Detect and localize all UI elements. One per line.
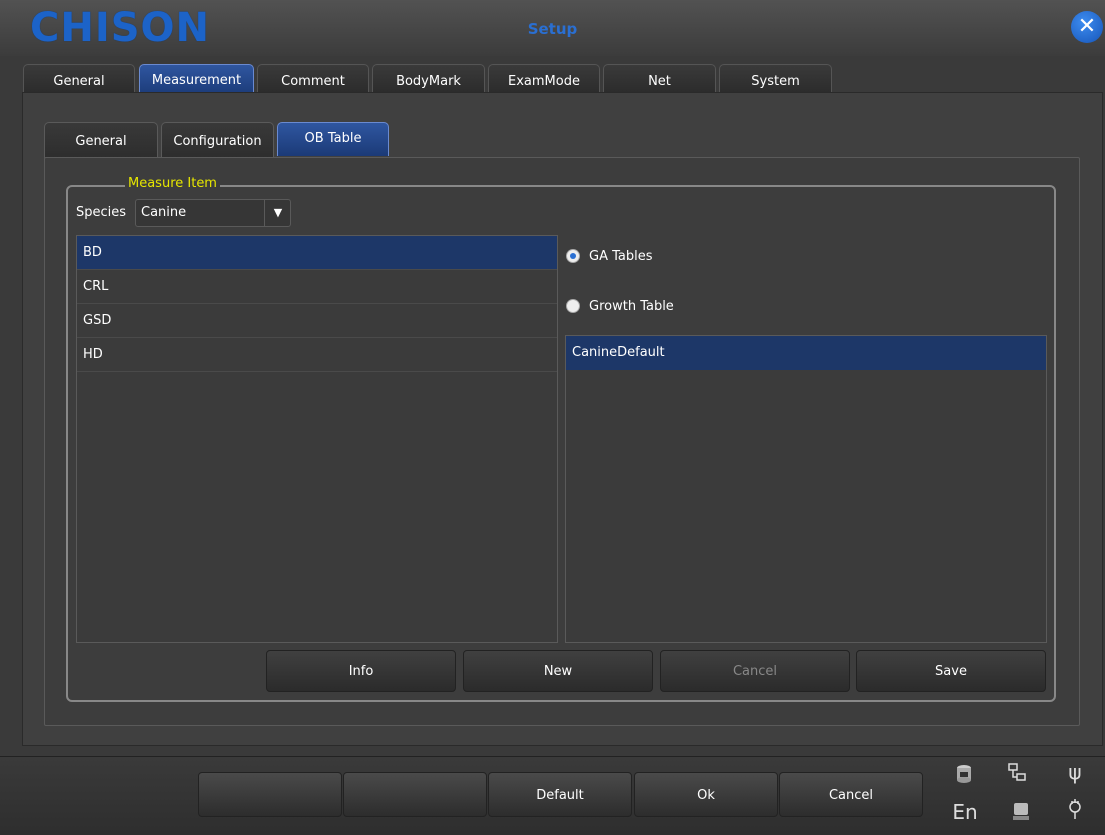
info-button[interactable]: Info bbox=[266, 650, 456, 692]
subtab-configuration[interactable]: Configuration bbox=[161, 122, 274, 158]
usb-icon: ψ bbox=[1068, 760, 1082, 784]
measure-item-list[interactable]: BD CRL GSD HD bbox=[76, 235, 558, 643]
save-button[interactable]: Save bbox=[856, 650, 1046, 692]
species-label: Species bbox=[76, 205, 127, 220]
language-indicator: En bbox=[952, 800, 978, 824]
radio-ga-tables-label: GA Tables bbox=[589, 249, 653, 264]
network-icon bbox=[1006, 762, 1028, 784]
radio-selected-icon bbox=[566, 249, 580, 263]
ok-button[interactable]: Ok bbox=[634, 772, 778, 817]
species-value: Canine bbox=[141, 205, 187, 220]
radio-unselected-icon bbox=[566, 299, 580, 313]
blank-button-1[interactable] bbox=[198, 772, 342, 817]
storage-icon bbox=[1010, 800, 1032, 822]
species-dropdown[interactable]: Canine ▼ bbox=[135, 199, 291, 227]
dropdown-arrow-icon[interactable]: ▼ bbox=[264, 200, 291, 226]
measure-item-title: Measure Item bbox=[125, 176, 220, 192]
power-plug-icon bbox=[1064, 798, 1086, 822]
blank-button-2[interactable] bbox=[343, 772, 487, 817]
title-bar: CHISON Setup ✕ bbox=[0, 0, 1105, 56]
subtab-ob-table[interactable]: OB Table bbox=[277, 122, 389, 156]
list-item-gsd[interactable]: GSD bbox=[77, 304, 557, 338]
cancel-button[interactable]: Cancel bbox=[660, 650, 850, 692]
footer-cancel-button[interactable]: Cancel bbox=[779, 772, 923, 817]
window-title: Setup bbox=[527, 20, 578, 38]
list-item-hd[interactable]: HD bbox=[77, 338, 557, 372]
list-item-caninedefault[interactable]: CanineDefault bbox=[566, 336, 1046, 370]
radio-growth-table-label: Growth Table bbox=[589, 299, 674, 314]
default-button[interactable]: Default bbox=[488, 772, 632, 817]
subtab-general[interactable]: General bbox=[44, 122, 158, 158]
database-icon bbox=[954, 764, 974, 784]
close-icon[interactable]: ✕ bbox=[1071, 11, 1103, 43]
list-item-crl[interactable]: CRL bbox=[77, 270, 557, 304]
new-button[interactable]: New bbox=[463, 650, 653, 692]
list-item-bd[interactable]: BD bbox=[77, 236, 557, 270]
table-list[interactable]: CanineDefault bbox=[565, 335, 1047, 643]
